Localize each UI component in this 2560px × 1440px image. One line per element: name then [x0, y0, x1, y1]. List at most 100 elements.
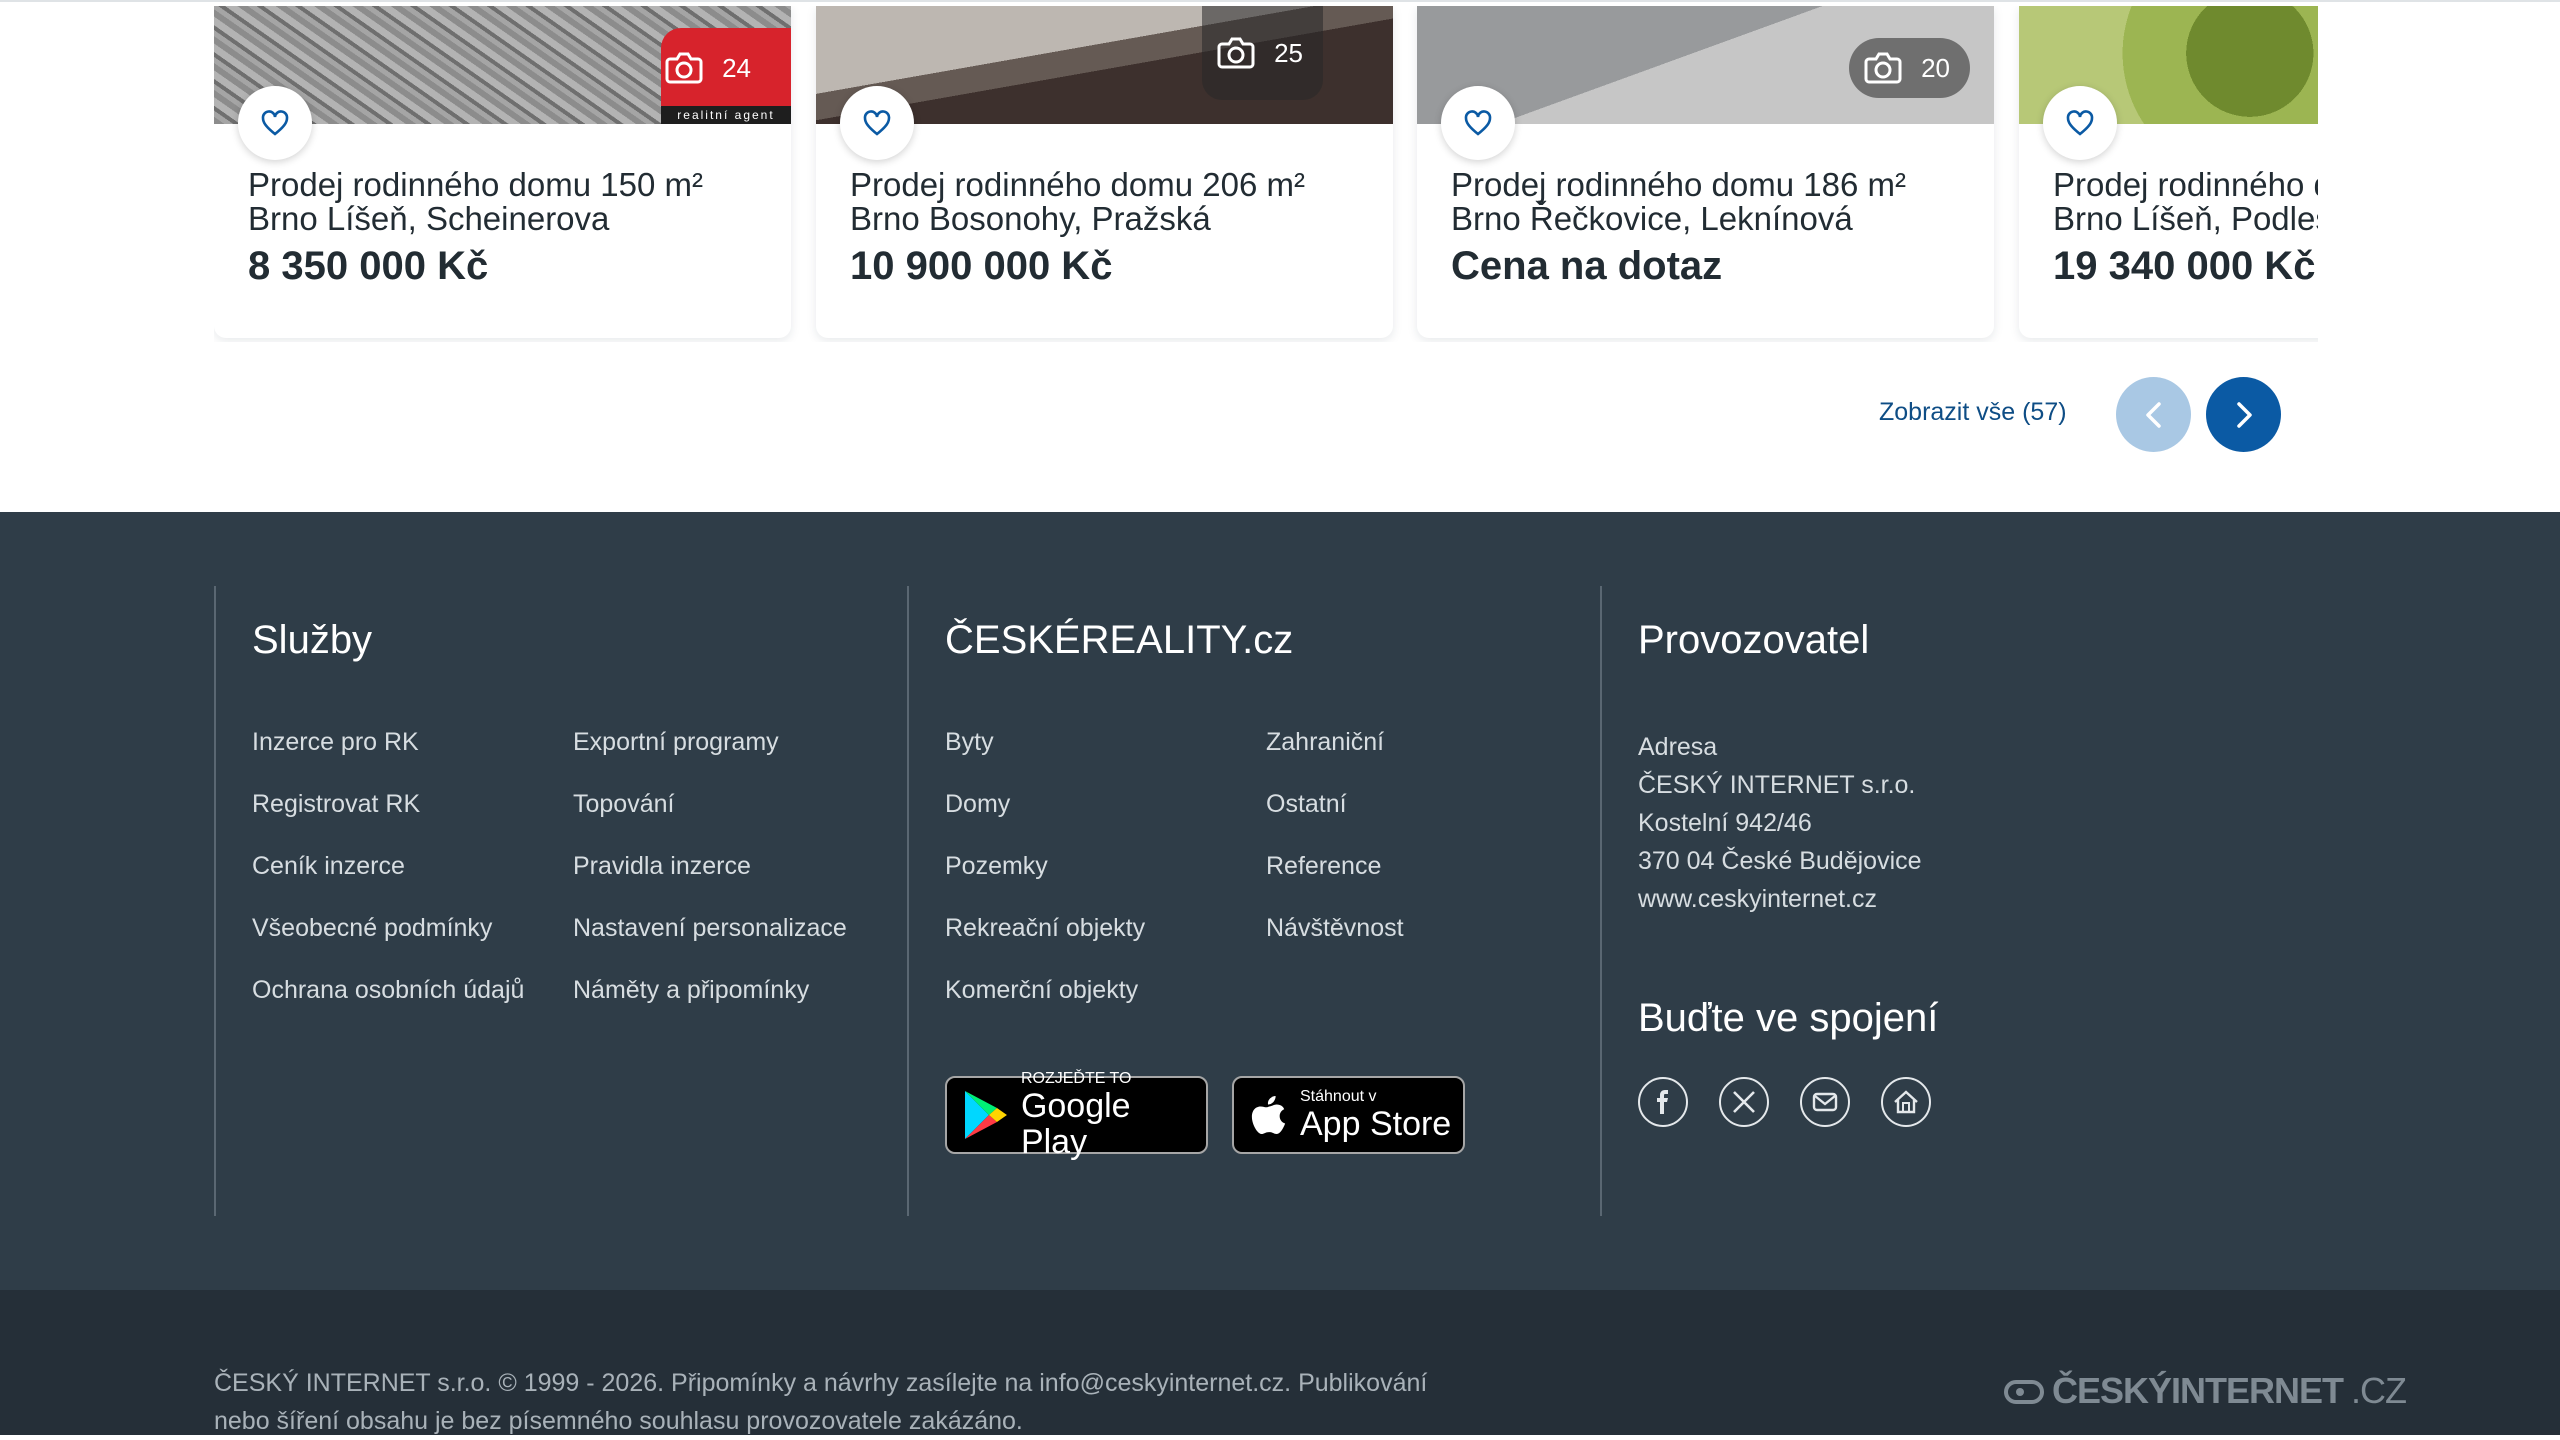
app-store-button[interactable]: Stáhnout v App Store	[1232, 1076, 1465, 1154]
listing-location: Brno Líšeň, Scheinerova	[248, 200, 610, 237]
photo-count: 25	[1274, 37, 1303, 68]
operator-address: Adresa ČESKÝ INTERNET s.r.o. Kostelní 94…	[1638, 728, 1922, 918]
carousel-next-button[interactable]	[2206, 377, 2281, 452]
footer-link[interactable]: Pravidla inzerce	[573, 852, 751, 881]
footer-link[interactable]: Komerční objekty	[945, 976, 1138, 1005]
google-play-icon	[964, 1091, 1007, 1139]
footer-link[interactable]: Ceník inzerce	[252, 852, 405, 881]
footer-link[interactable]: Nastavení personalizace	[573, 914, 847, 943]
listing-price: 19 340 000 Kč	[2053, 244, 2316, 288]
favorite-button[interactable]	[238, 86, 312, 160]
site-footer: Služby Inzerce pro RK Registrovat RK Cen…	[0, 512, 2560, 1290]
footer-link[interactable]: Reference	[1266, 852, 1381, 881]
connect-heading: Buďte ve spojení	[1638, 996, 1939, 1040]
listing-title[interactable]: Prodej rodinného d Brno Líšeň, Podles	[2053, 168, 2318, 236]
favorite-button[interactable]	[2043, 86, 2117, 160]
site-heading: ČESKÉREALITY.cz	[945, 618, 1294, 662]
photo-count-badge: 24	[650, 38, 771, 98]
listing-card[interactable]: 20 Prodej rodinného domu 186 m² Brno Řeč…	[1417, 6, 1994, 338]
chevron-left-icon	[2145, 401, 2161, 428]
mail-button[interactable]	[1800, 1077, 1850, 1127]
listing-price: Cena na dotaz	[1451, 244, 1723, 288]
footer-link[interactable]: Exportní programy	[573, 728, 779, 757]
listing-title[interactable]: Prodej rodinného domu 186 m² Brno Řečkov…	[1451, 168, 1906, 236]
brand-suffix: .CZ	[2351, 1370, 2407, 1411]
column-divider	[1600, 586, 1602, 1216]
show-all-link[interactable]: Zobrazit vše (57)	[1879, 398, 2067, 427]
company-name: ČESKÝ INTERNET s.r.o.	[1638, 771, 1916, 799]
footer-link[interactable]: Všeobecné podmínky	[252, 914, 492, 943]
favorite-button[interactable]	[1441, 86, 1515, 160]
camera-icon	[1864, 52, 1902, 84]
footer-link[interactable]: Domy	[945, 790, 1010, 819]
facebook-icon	[1657, 1090, 1668, 1114]
listing-location: Brno Líšeň, Podles	[2053, 200, 2318, 237]
heart-icon	[1464, 110, 1492, 136]
listing-card[interactable]: realitní agent 24 Prodej rodinného domu …	[214, 6, 791, 338]
listing-title[interactable]: Prodej rodinného domu 206 m² Brno Bosono…	[850, 168, 1305, 236]
footer-link[interactable]: Inzerce pro RK	[252, 728, 419, 757]
listing-section: realitní agent 24 Prodej rodinného domu …	[0, 0, 2560, 512]
listing-title-line1: Prodej rodinného d	[2053, 166, 2318, 203]
footer-link[interactable]: Byty	[945, 728, 994, 757]
street: Kostelní 942/46	[1638, 809, 1812, 837]
listing-price: 8 350 000 Kč	[248, 244, 489, 288]
footer-link[interactable]: Topování	[573, 790, 674, 819]
ceskyinternet-logo[interactable]: ČESKÝINTERNET .CZ	[2004, 1370, 2407, 1412]
home-button[interactable]	[1881, 1077, 1931, 1127]
services-heading: Služby	[252, 618, 373, 662]
mail-icon	[1812, 1092, 1838, 1112]
photo-count: 20	[1921, 52, 1950, 83]
x-icon	[1733, 1091, 1755, 1113]
camera-icon	[665, 52, 703, 84]
carousel-prev-button[interactable]	[2116, 377, 2191, 452]
agency-label: realitní agent	[661, 106, 791, 124]
copyright-bar: ČESKÝ INTERNET s.r.o. © 1999 - 2026. Při…	[0, 1290, 2560, 1435]
heart-icon	[863, 110, 891, 136]
apple-icon	[1251, 1096, 1286, 1134]
listing-location: Brno Bosonohy, Pražská	[850, 200, 1211, 237]
favorite-button[interactable]	[840, 86, 914, 160]
address-label: Adresa	[1638, 733, 1718, 761]
operator-heading: Provozovatel	[1638, 618, 1870, 662]
app-store-caption: Stáhnout v	[1300, 1088, 1377, 1105]
listing-card[interactable]: Prodej rodinného d Brno Líšeň, Podles 19…	[2019, 6, 2318, 338]
chevron-right-icon	[2236, 401, 2252, 428]
footer-link[interactable]: Ostatní	[1266, 790, 1347, 819]
google-play-button[interactable]: ROZJEĎTE TO Google Play	[945, 1070, 1208, 1160]
listing-carousel: realitní agent 24 Prodej rodinného domu …	[214, 6, 2318, 342]
listing-title-line1: Prodej rodinného domu 150 m²	[248, 166, 703, 203]
listing-title-line1: Prodej rodinného domu 186 m²	[1451, 166, 1906, 203]
footer-link[interactable]: Pozemky	[945, 852, 1048, 881]
photo-count-badge: 20	[1849, 38, 1970, 98]
listing-card[interactable]: 25 Prodej rodinného domu 206 m² Brno Bos…	[816, 6, 1393, 338]
app-store-label: App Store	[1300, 1105, 1452, 1143]
x-button[interactable]	[1719, 1077, 1769, 1127]
footer-link[interactable]: Ochrana osobních údajů	[252, 976, 524, 1005]
listing-price: 10 900 000 Kč	[850, 244, 1113, 288]
home-icon	[1894, 1090, 1918, 1114]
heart-icon	[261, 110, 289, 136]
cloud-logo-icon	[2004, 1380, 2044, 1404]
copyright-text: ČESKÝ INTERNET s.r.o. © 1999 - 2026. Při…	[214, 1369, 1428, 1435]
city: 370 04 České Budějovice	[1638, 847, 1922, 875]
photo-count-badge: 25	[1202, 6, 1323, 100]
listing-title[interactable]: Prodej rodinného domu 150 m² Brno Líšeň,…	[248, 168, 703, 236]
footer-link[interactable]: Zahraniční	[1266, 728, 1384, 757]
column-divider	[214, 586, 216, 1216]
listing-location: Brno Řečkovice, Leknínová	[1451, 200, 1853, 237]
google-play-caption: ROZJEĎTE TO	[1020, 1070, 1132, 1087]
heart-icon	[2066, 110, 2094, 136]
facebook-button[interactable]	[1638, 1077, 1688, 1127]
photo-count: 24	[722, 52, 751, 83]
company-website-link[interactable]: www.ceskyinternet.cz	[1638, 885, 1877, 913]
camera-icon	[1217, 37, 1255, 69]
footer-link[interactable]: Rekreační objekty	[945, 914, 1145, 943]
footer-link[interactable]: Náměty a připomínky	[573, 976, 809, 1005]
footer-link[interactable]: Registrovat RK	[252, 790, 420, 819]
footer-link[interactable]: Návštěvnost	[1266, 914, 1404, 943]
listing-title-line1: Prodej rodinného domu 206 m²	[850, 166, 1305, 203]
brand-name: ČESKÝINTERNET	[2052, 1370, 2344, 1411]
column-divider	[907, 586, 909, 1216]
google-play-label: Google Play	[1020, 1087, 1131, 1161]
